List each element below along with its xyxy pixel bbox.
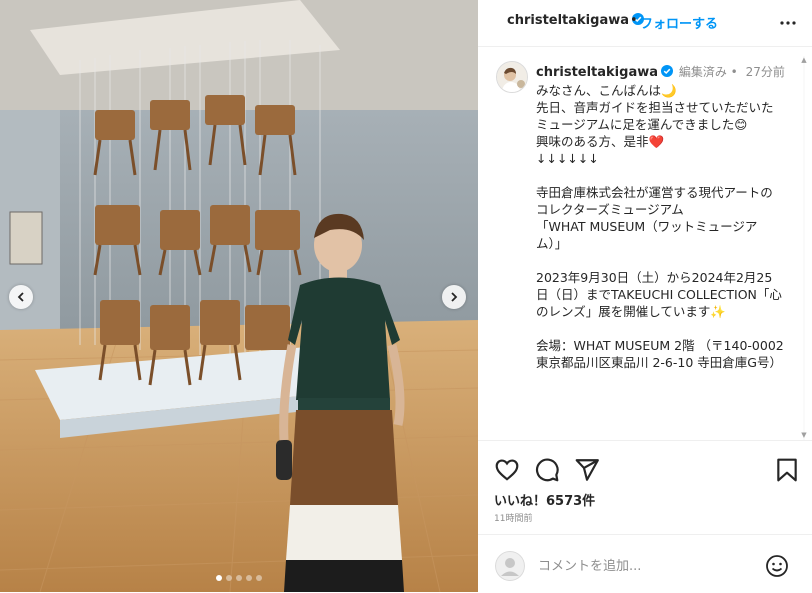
avatar-image	[497, 62, 527, 92]
post-timestamp[interactable]: 11時間前	[494, 511, 532, 524]
scroll-down-arrow[interactable]: ▼	[800, 431, 808, 439]
comment-input[interactable]	[538, 556, 758, 576]
next-photo-button[interactable]	[442, 285, 466, 309]
caption-meta: christeltakigawa 編集済み • 27分前	[536, 63, 785, 80]
carousel-dot	[226, 575, 232, 581]
comment-icon[interactable]	[534, 457, 560, 483]
chevron-left-icon	[17, 292, 24, 302]
current-user-avatar	[495, 551, 525, 581]
caption-username[interactable]: christeltakigawa	[536, 65, 658, 80]
header-username-text[interactable]: christeltakigawa	[507, 13, 629, 28]
post-side-panel: christeltakigawa • フォローする christeltakiga…	[478, 0, 812, 592]
more-icon[interactable]	[778, 15, 798, 31]
emoji-icon[interactable]	[765, 554, 789, 578]
bookmark-icon[interactable]	[774, 457, 800, 483]
museum-photo-illustration	[0, 0, 478, 592]
share-icon[interactable]	[574, 457, 600, 483]
caption-scrollbar[interactable]: ▲ ▼	[800, 56, 808, 440]
carousel-dot	[236, 575, 242, 581]
header-username[interactable]: christeltakigawa	[507, 13, 645, 28]
scroll-up-arrow[interactable]: ▲	[800, 56, 808, 64]
chevron-right-icon	[451, 292, 458, 302]
heart-icon[interactable]	[494, 457, 520, 483]
default-avatar-icon	[495, 551, 525, 581]
caption-section: christeltakigawa 編集済み • 27分前 みなさん、こんばんは🌙…	[478, 47, 812, 439]
follow-button[interactable]: フォローする	[640, 13, 718, 32]
carousel-dot	[256, 575, 262, 581]
verified-badge-icon	[661, 65, 674, 77]
avatar[interactable]	[496, 61, 528, 93]
header-separator: •	[630, 13, 638, 28]
previous-photo-button[interactable]	[9, 285, 33, 309]
post-header: christeltakigawa • フォローする	[478, 0, 812, 47]
comment-bar	[478, 534, 812, 593]
edited-label: 編集済み •	[678, 65, 738, 79]
carousel-dot	[216, 575, 222, 581]
likes-count[interactable]: いいね！6573件	[494, 490, 595, 509]
carousel-dot	[246, 575, 252, 581]
post-photo[interactable]	[0, 0, 478, 592]
scrollbar-track[interactable]	[803, 56, 805, 440]
carousel-indicator	[0, 575, 478, 581]
post-time[interactable]: 27分前	[746, 65, 785, 79]
action-bar: いいね！6573件 11時間前	[478, 440, 812, 529]
caption-text: みなさん、こんばんは🌙 先日、音声ガイドを担当させていただいた ミュージアムに足…	[536, 83, 784, 370]
